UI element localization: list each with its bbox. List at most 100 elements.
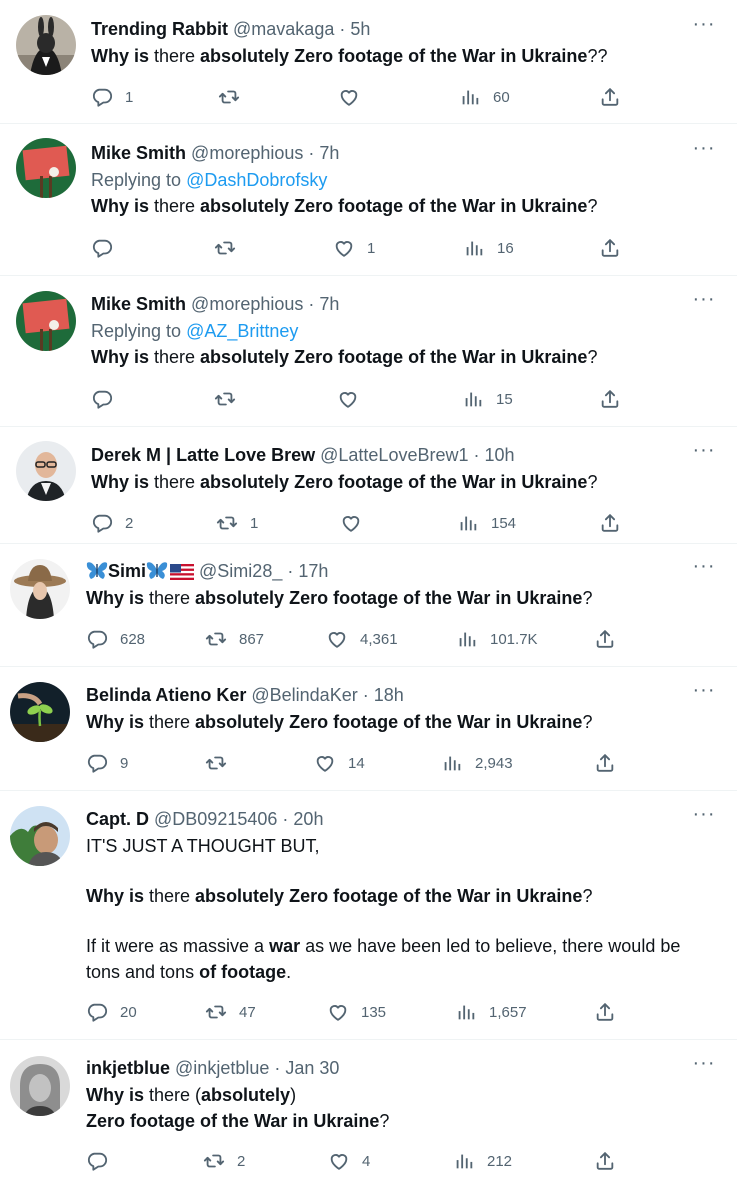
more-icon[interactable]: ··· [691, 289, 717, 314]
share-button[interactable] [594, 626, 616, 652]
reply-button[interactable] [91, 235, 125, 261]
separator: · [339, 19, 346, 39]
views-button[interactable]: 154 [457, 510, 516, 536]
retweet-button[interactable]: 1 [216, 510, 258, 536]
text-bold: Zero footage of the War in Ukraine [86, 1111, 380, 1131]
text: . [286, 962, 292, 982]
timestamp[interactable]: 10h [485, 445, 515, 465]
reply-button[interactable]: 1 [91, 84, 133, 110]
display-name[interactable]: inkjetblue [86, 1058, 170, 1078]
more-icon[interactable]: ··· [691, 14, 717, 39]
handle[interactable]: @morephious [191, 294, 303, 314]
share-button[interactable] [594, 750, 616, 776]
share-icon [599, 388, 621, 410]
like-button[interactable] [337, 386, 371, 412]
text-bold: absolutely [201, 1085, 291, 1105]
display-name[interactable]: Capt. D [86, 809, 149, 829]
retweet-button[interactable]: 47 [205, 999, 256, 1025]
more-icon[interactable]: ··· [691, 440, 717, 465]
like-button[interactable]: 14 [314, 750, 365, 776]
like-icon [327, 1001, 349, 1023]
timestamp[interactable]: 7h [319, 143, 339, 163]
mention-link[interactable]: @AZ_Brittney [186, 321, 298, 341]
retweet-button[interactable] [218, 84, 252, 110]
like-button[interactable]: 135 [327, 999, 386, 1025]
tweet[interactable]: Mike Smith @morephious · 7h ··· Replying… [0, 124, 737, 276]
display-name[interactable]: Mike Smith [91, 294, 186, 314]
views-button[interactable]: 16 [463, 235, 514, 261]
views-button[interactable]: 212 [453, 1148, 512, 1174]
text-bold: Why is [91, 472, 150, 492]
handle[interactable]: @BelindaKer [251, 685, 357, 705]
handle[interactable]: @mavakaga [233, 19, 334, 39]
handle[interactable]: @LatteLoveBrew1 [320, 445, 468, 465]
timestamp[interactable]: 17h [298, 561, 328, 581]
tweet[interactable]: Mike Smith @morephious · 7h ··· Replying… [0, 276, 737, 427]
share-button[interactable] [594, 1148, 616, 1174]
more-icon[interactable]: ··· [691, 1053, 717, 1078]
avatar[interactable] [16, 441, 76, 501]
timestamp[interactable]: 7h [319, 294, 339, 314]
timestamp[interactable]: 5h [350, 19, 370, 39]
timestamp[interactable]: Jan 30 [285, 1058, 339, 1078]
reply-button[interactable]: 20 [86, 999, 137, 1025]
retweet-button[interactable] [205, 750, 239, 776]
retweet-button[interactable]: 867 [205, 626, 264, 652]
timestamp[interactable]: 20h [293, 809, 323, 829]
avatar[interactable] [16, 15, 76, 75]
retweet-button[interactable] [214, 386, 248, 412]
like-button[interactable] [340, 510, 374, 536]
reply-button[interactable]: 9 [86, 750, 128, 776]
like-button[interactable]: 4 [328, 1148, 370, 1174]
tweet[interactable]: Belinda Atieno Ker @BelindaKer · 18h ···… [0, 667, 737, 791]
handle[interactable]: @morephious [191, 143, 303, 163]
display-name[interactable]: Derek M | Latte Love Brew [91, 445, 315, 465]
views-button[interactable]: 2,943 [441, 750, 513, 776]
share-button[interactable] [594, 999, 616, 1025]
handle[interactable]: @Simi28_ [199, 561, 282, 581]
like-button[interactable] [338, 84, 372, 110]
avatar[interactable] [10, 559, 70, 619]
tweet[interactable]: Capt. D @DB09215406 · 20h ··· IT'S JUST … [0, 791, 737, 1040]
more-icon[interactable]: ··· [691, 804, 717, 829]
reply-button[interactable] [86, 1148, 120, 1174]
tweet[interactable]: Simi @Simi28_ · 17h ··· Why is there abs… [0, 544, 737, 667]
more-icon[interactable]: ··· [691, 680, 717, 705]
display-name[interactable]: Belinda Atieno Ker [86, 685, 246, 705]
reply-button[interactable] [91, 386, 125, 412]
avatar[interactable] [10, 682, 70, 742]
tweet[interactable]: Derek M | Latte Love Brew @LatteLoveBrew… [0, 427, 737, 544]
views-button[interactable]: 101.7K [456, 626, 538, 652]
share-icon [599, 512, 621, 534]
like-button[interactable]: 4,361 [326, 626, 398, 652]
share-button[interactable] [599, 510, 621, 536]
tweet[interactable]: Trending Rabbit @mavakaga · 5h ··· Why i… [0, 0, 737, 124]
reply-button[interactable]: 2 [91, 510, 133, 536]
like-button[interactable]: 1 [333, 235, 375, 261]
handle[interactable]: @inkjetblue [175, 1058, 269, 1078]
views-button[interactable]: 1,657 [455, 999, 527, 1025]
share-button[interactable] [599, 84, 621, 110]
views-button[interactable]: 60 [459, 84, 510, 110]
retweet-count: 867 [239, 630, 265, 648]
display-name[interactable]: Simi [108, 561, 146, 581]
retweet-button[interactable]: 2 [203, 1148, 245, 1174]
avatar-outdoor-image [10, 806, 70, 866]
more-icon[interactable]: ··· [691, 556, 717, 581]
retweet-button[interactable] [214, 235, 248, 261]
share-button[interactable] [599, 235, 621, 261]
display-name[interactable]: Mike Smith [91, 143, 186, 163]
share-button[interactable] [599, 386, 621, 412]
avatar[interactable] [16, 291, 76, 351]
tweet[interactable]: inkjetblue @inkjetblue · Jan 30 ··· Why … [0, 1040, 737, 1193]
avatar[interactable] [16, 138, 76, 198]
reply-button[interactable]: 628 [86, 626, 145, 652]
timestamp[interactable]: 18h [374, 685, 404, 705]
avatar[interactable] [10, 806, 70, 866]
handle[interactable]: @DB09215406 [154, 809, 277, 829]
more-icon[interactable]: ··· [691, 138, 717, 163]
avatar[interactable] [10, 1056, 70, 1116]
views-button[interactable]: 15 [462, 386, 513, 412]
mention-link[interactable]: @DashDobrofsky [186, 170, 327, 190]
display-name[interactable]: Trending Rabbit [91, 19, 228, 39]
